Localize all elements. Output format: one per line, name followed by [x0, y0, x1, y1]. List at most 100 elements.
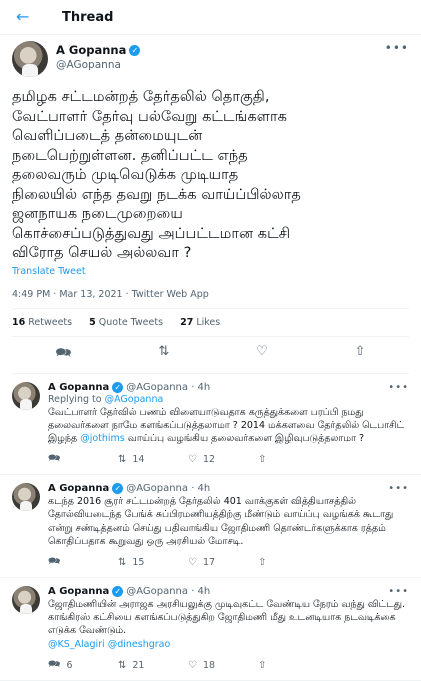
reply-text-tail: வாய்ப்பு வழங்கிய தலைவர்களை இழிவுபடுத்தலா…: [124, 432, 365, 444]
replying-to: Replying to @AGopanna: [48, 394, 409, 405]
reply-action[interactable]: 🗪: [48, 554, 118, 571]
share-icon[interactable]: ⇧: [258, 660, 266, 671]
tweet-text-line: விரோத செயல் அல்லவா ?: [12, 244, 192, 261]
heart-action[interactable]: ♡ 17: [188, 554, 258, 571]
heart-icon[interactable]: ♡: [256, 344, 268, 366]
author-name[interactable]: A Gopanna: [56, 43, 126, 57]
author-name[interactable]: A Gopanna: [48, 586, 109, 597]
tweet-text-line: வேட்பாளர் தேர்வு பல்வேறு கட்டங்களாக: [12, 107, 287, 125]
reply-tweet[interactable]: A Gopanna ✓ @AGopanna · 4h ••• ஜோதிமணியின் அ…: [0, 578, 421, 681]
reply-body: A Gopanna ✓ @AGopanna · 4h ••• ஜோதிமணியின் அ…: [48, 585, 409, 674]
reply-text-body: ஜோதிமணியின் அராஜக அரசியலுக்கு முடிவுகட்ட…: [48, 598, 406, 637]
page-title: Thread: [62, 9, 114, 25]
reply-action[interactable]: 🗪: [48, 451, 118, 468]
tweet-actions: 🗪 ⇅ ♡ ⇧: [12, 337, 409, 374]
reply-icon[interactable]: 🗪: [48, 554, 60, 571]
verified-badge-icon: ✓: [112, 381, 124, 393]
retweet-action[interactable]: ⇅ 15: [118, 554, 188, 571]
reply-body: A Gopanna ✓ @AGopanna · 4h ••• Replying to @…: [48, 381, 409, 469]
tweet-text-line: தலைவரும் முடிவெடுக்க முடியாத: [12, 166, 239, 183]
verified-badge-icon: ✓: [112, 483, 124, 495]
reply-tweet[interactable]: A Gopanna ✓ @AGopanna · 4h ••• Replying to @…: [0, 374, 421, 476]
avatar[interactable]: [12, 41, 48, 77]
likes-stat[interactable]: 27 Likes: [180, 317, 220, 328]
verified-badge-icon: ✓: [112, 585, 124, 597]
author-handle[interactable]: @AGopanna · 4h: [126, 483, 210, 494]
heart-icon[interactable]: ♡: [188, 660, 197, 671]
reply-icon[interactable]: 🗪: [48, 451, 60, 468]
mention-link[interactable]: @KS_Alagiri @dineshgrao: [48, 639, 170, 650]
heart-action[interactable]: ♡ 12: [188, 451, 258, 468]
tweet-text-line: தமிழக சட்டமன்றத் தேர்தலில் தொகுதி,: [12, 88, 270, 105]
reply-action[interactable]: 🗪 6: [48, 657, 118, 674]
replying-to-link[interactable]: @AGopanna: [105, 394, 164, 405]
author-handle[interactable]: @AGopanna · 4h: [126, 586, 210, 597]
heart-count: 17: [202, 556, 216, 568]
main-tweet: A Gopanna ✓ @AGopanna ••• தமிழக சட்டமன்ற…: [0, 35, 421, 374]
retweet-action[interactable]: ⇅ 14: [118, 451, 188, 468]
heart-icon[interactable]: ♡: [188, 454, 197, 465]
more-icon[interactable]: •••: [388, 483, 409, 494]
reply-icon[interactable]: 🗪: [48, 657, 60, 674]
avatar[interactable]: [12, 381, 40, 410]
retweet-icon[interactable]: ⇅: [118, 660, 126, 671]
retweet-count: 15: [132, 556, 145, 568]
author-name[interactable]: A Gopanna: [48, 382, 109, 393]
replies-list: A Gopanna ✓ @AGopanna · 4h ••• Replying to @…: [0, 374, 421, 681]
reply-text: ஜோதிமணியின் அராஜக அரசியலுக்கு முடிவுகட்ட…: [48, 598, 409, 651]
retweet-count: 14: [132, 454, 145, 466]
reply-body: A Gopanna ✓ @AGopanna · 4h ••• கடந்த 2016 சூ…: [48, 483, 409, 571]
reply-icon[interactable]: 🗪: [55, 344, 71, 366]
verified-badge-icon: ✓: [129, 44, 141, 56]
reply-actions: 🗪 ⇅ 15 ♡ 17 ⇧: [48, 554, 409, 571]
share-action[interactable]: ⇧: [258, 451, 328, 468]
reply-header: A Gopanna ✓ @AGopanna · 4h •••: [48, 381, 409, 393]
tweet-meta: 4:49 PM · Mar 13, 2021 · Twitter Web App: [12, 289, 409, 309]
heart-action[interactable]: ♡ 18: [188, 657, 258, 674]
tweet-stats: 16 Retweets 5 Quote Tweets 27 Likes: [12, 309, 409, 337]
retweets-stat[interactable]: 16 Retweets: [12, 317, 72, 328]
tweet-text-line: ஜனநாயக நடைமுறையை: [12, 205, 183, 222]
tweet-text-line: நடைபெற்றுள்ளன. தனிப்பட்ட எந்த: [12, 146, 248, 164]
mention-link[interactable]: @jothims: [80, 433, 125, 444]
author-handle[interactable]: @AGopanna · 4h: [126, 382, 210, 393]
translate-tweet-link[interactable]: Translate Tweet: [12, 266, 409, 277]
arrow-left-icon[interactable]: ←: [16, 9, 30, 25]
more-icon[interactable]: •••: [388, 382, 409, 393]
reply-header: A Gopanna ✓ @AGopanna · 4h •••: [48, 585, 409, 597]
reply-tweet[interactable]: A Gopanna ✓ @AGopanna · 4h ••• கடந்த 2016 சூ…: [0, 475, 421, 578]
heart-count: 18: [202, 659, 216, 671]
tweet-text-line: கொச்சைப்படுத்துவது அப்பட்டமான கட்சி: [12, 224, 291, 242]
more-icon[interactable]: •••: [385, 41, 409, 55]
retweet-count: 21: [132, 659, 145, 671]
reply-count: 6: [66, 659, 73, 671]
replying-prefix: Replying to: [48, 393, 105, 405]
share-action[interactable]: ⇧: [258, 657, 328, 674]
more-icon[interactable]: •••: [388, 586, 409, 597]
share-icon[interactable]: ⇧: [258, 557, 266, 568]
share-action[interactable]: ⇧: [258, 554, 328, 571]
author-name[interactable]: A Gopanna: [48, 483, 109, 494]
heart-icon[interactable]: ♡: [188, 557, 197, 568]
tweet-text: தமிழக சட்டமன்றத் தேர்தலில் தொகுதி, வேட்பா…: [12, 87, 409, 263]
author-handle[interactable]: @AGopanna: [56, 59, 140, 71]
reply-text: வேட்பாளர் தேர்வில் பணம் விளையாடுவதாக கரு…: [48, 406, 409, 446]
retweet-icon[interactable]: ⇅: [118, 557, 126, 568]
retweet-icon[interactable]: ⇅: [158, 344, 169, 366]
tweet-text-line: நிலையில் எந்த தவறு நடக்க வாய்ப்பில்லாத: [12, 185, 301, 203]
share-icon[interactable]: ⇧: [355, 344, 366, 366]
reply-text: கடந்த 2016 சூரர் சட்டமன்றத் தேர்தலில் 40…: [48, 495, 409, 548]
quote-tweets-stat[interactable]: 5 Quote Tweets: [89, 317, 163, 328]
avatar[interactable]: [12, 483, 40, 512]
tweet-text-line: வெளிப்படைத் தன்மையுடன்: [12, 127, 203, 144]
avatar[interactable]: [12, 585, 40, 614]
reply-header: A Gopanna ✓ @AGopanna · 4h •••: [48, 483, 409, 495]
retweet-action[interactable]: ⇅ 21: [118, 657, 188, 674]
retweet-icon[interactable]: ⇅: [118, 454, 126, 465]
reply-actions: 🗪 ⇅ 14 ♡ 12 ⇧: [48, 451, 409, 468]
heart-count: 12: [202, 454, 216, 466]
share-icon[interactable]: ⇧: [258, 454, 266, 465]
reply-text-body: கடந்த 2016 சூரர் சட்டமன்றத் தேர்தலில் 40…: [48, 496, 394, 547]
top-bar: ← Thread: [0, 0, 421, 35]
reply-actions: 🗪 6 ⇅ 21 ♡ 18 ⇧: [48, 657, 409, 674]
